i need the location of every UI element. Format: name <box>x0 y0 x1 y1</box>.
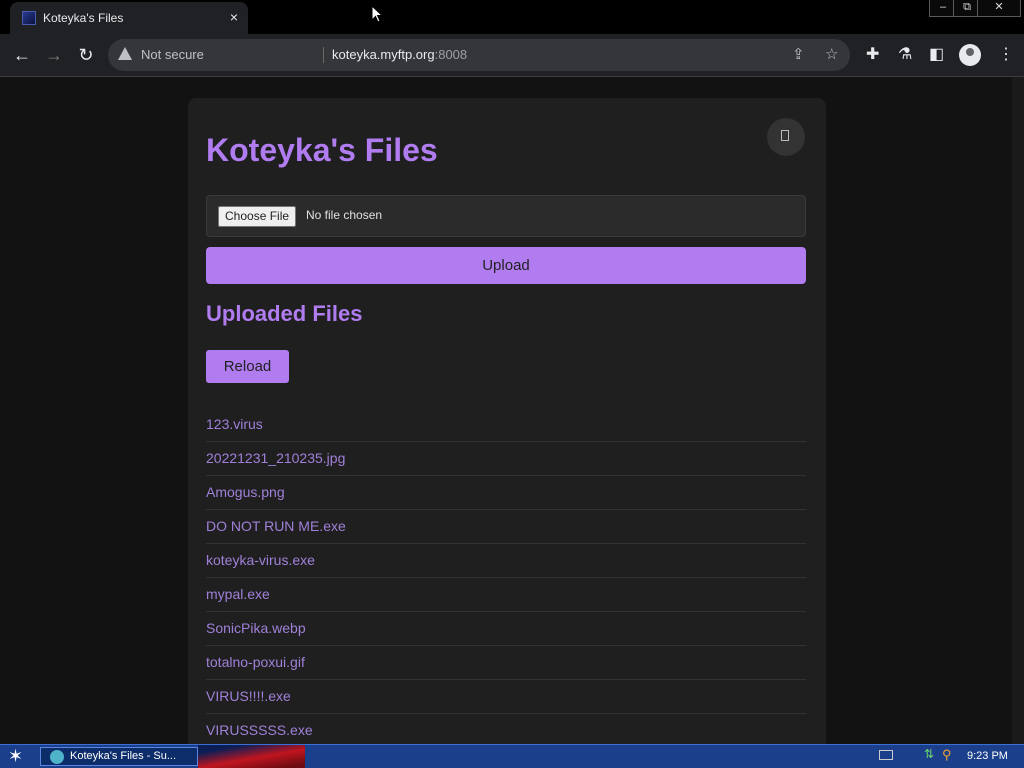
divider <box>323 47 324 63</box>
taskbar-decoration <box>198 745 305 768</box>
file-input[interactable]: Choose File No file chosen <box>206 195 806 237</box>
browser-tab[interactable]: Koteyka's Files × <box>10 2 248 34</box>
search-icon[interactable]: ⚲ <box>942 747 952 763</box>
security-status[interactable]: Not secure <box>141 47 204 62</box>
page-title: Koteyka's Files <box>206 132 438 168</box>
choose-file-button[interactable]: Choose File <box>218 206 297 227</box>
url-text[interactable]: koteyka.myftp.org:8008 <box>332 47 467 62</box>
keyboard-icon[interactable] <box>879 750 893 760</box>
forward-icon[interactable]: → <box>42 43 66 67</box>
extensions-icon[interactable]: ✚ <box>866 44 879 64</box>
start-button[interactable]: ✶ <box>8 746 23 766</box>
labs-icon[interactable]: ⚗ <box>898 44 912 64</box>
browser-icon <box>50 750 64 764</box>
file-link[interactable]: 123.virus <box>206 408 806 442</box>
file-status: No file chosen <box>306 208 383 222</box>
reload-button[interactable]: Reload <box>206 350 289 383</box>
share-icon[interactable]: ⇪ <box>792 45 805 63</box>
mouse-cursor-icon <box>371 5 383 23</box>
window-close-button[interactable]: ✕ <box>977 0 1021 17</box>
url-host: koteyka.myftp.org <box>332 47 435 62</box>
page-viewport: Koteyka's Files Choose File No file chos… <box>0 77 1024 744</box>
tab-close-icon[interactable]: × <box>230 9 238 25</box>
address-bar[interactable]: Not secure koteyka.myftp.org:8008 ⇪ ☆ <box>108 39 850 71</box>
taskbar-window-button[interactable]: Koteyka's Files - Su... <box>40 747 198 766</box>
file-link[interactable]: 20221231_210235.jpg <box>206 442 806 476</box>
file-link[interactable]: VIRUSSSSS.exe <box>206 714 806 744</box>
side-panel-icon[interactable]: ◧ <box>929 44 944 64</box>
warning-icon[interactable] <box>118 47 132 60</box>
theme-toggle-button[interactable] <box>767 118 805 156</box>
file-list: 123.virus 20221231_210235.jpg Amogus.png… <box>206 408 806 744</box>
menu-icon[interactable]: ⋮ <box>998 44 1014 64</box>
file-link[interactable]: totalno-poxui.gif <box>206 646 806 680</box>
file-link[interactable]: koteyka-virus.exe <box>206 544 806 578</box>
back-icon[interactable]: ← <box>10 43 34 67</box>
upload-button[interactable]: Upload <box>206 247 806 284</box>
taskbar-window-label: Koteyka's Files - Su... <box>70 750 177 762</box>
square-icon <box>781 130 789 141</box>
bookmark-star-icon[interactable]: ☆ <box>825 45 838 63</box>
taskbar: ✶ Koteyka's Files - Su... ⇅ ⚲ 9:23 PM <box>0 744 1024 768</box>
page-scrollbar[interactable] <box>1012 77 1024 744</box>
clock[interactable]: 9:23 PM <box>967 750 1008 762</box>
file-link[interactable]: SonicPika.webp <box>206 612 806 646</box>
tab-title: Koteyka's Files <box>43 11 124 25</box>
section-title: Uploaded Files <box>206 301 363 326</box>
profile-avatar-icon[interactable] <box>959 44 981 66</box>
url-port: :8008 <box>434 47 468 62</box>
site-favicon-icon <box>22 11 36 25</box>
file-link[interactable]: mypal.exe <box>206 578 806 612</box>
title-bar: Koteyka's Files × – ⧉ ✕ <box>0 0 1024 34</box>
file-link[interactable]: Amogus.png <box>206 476 806 510</box>
refresh-icon[interactable]: ↻ <box>74 43 98 67</box>
file-link[interactable]: DO NOT RUN ME.exe <box>206 510 806 544</box>
main-card: Koteyka's Files Choose File No file chos… <box>188 98 826 744</box>
browser-toolbar: ← → ↻ Not secure koteyka.myftp.org:8008 … <box>0 34 1024 77</box>
file-link[interactable]: VIRUS!!!!.exe <box>206 680 806 714</box>
network-icon[interactable]: ⇅ <box>924 747 934 761</box>
